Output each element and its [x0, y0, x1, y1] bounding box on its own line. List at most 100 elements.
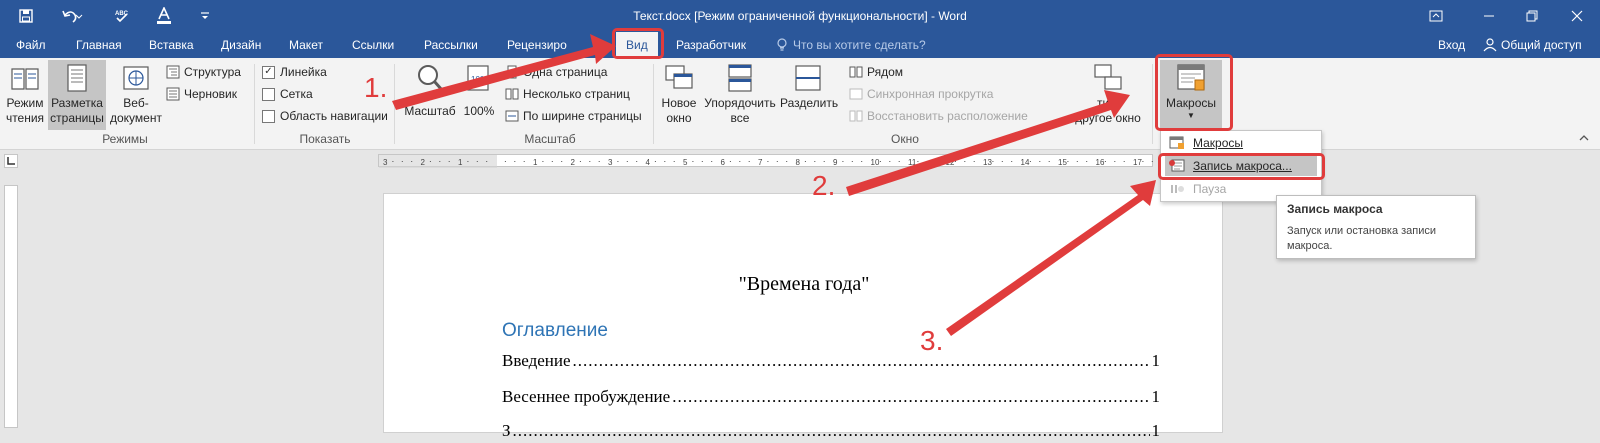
arrange-all-button[interactable]: Упорядочить все: [700, 62, 780, 126]
outline-button[interactable]: Структура: [166, 62, 241, 82]
read-mode-button[interactable]: Режим чтения: [4, 62, 46, 126]
ruler-checkbox[interactable]: ✓ Линейка: [262, 62, 327, 82]
toc-leader: ........................................…: [672, 387, 1150, 406]
minimize-icon[interactable]: [1474, 4, 1504, 28]
zoom-100-button[interactable]: 100 100%: [462, 62, 496, 119]
ruler-tick: [467, 161, 469, 162]
tab-review[interactable]: Рецензиро: [507, 36, 567, 54]
new-window-icon: [663, 62, 695, 94]
toc-entry[interactable]: Введение ...............................…: [502, 351, 1160, 373]
share-button[interactable]: Общий доступ: [1483, 36, 1582, 54]
ruler-tick: [486, 161, 488, 162]
side-by-side-button[interactable]: Рядом: [849, 62, 903, 82]
reset-position-button[interactable]: Восстановить расположение: [849, 106, 1028, 126]
toc-entry[interactable]: З ......................................…: [502, 421, 1160, 443]
collapse-ribbon-icon[interactable]: [1578, 132, 1590, 144]
sync-scroll-button[interactable]: Синхронная прокрутка: [849, 84, 993, 104]
customize-icon[interactable]: [196, 6, 214, 26]
tab-insert[interactable]: Вставка: [149, 36, 194, 54]
title-bar: ABC Текст.docx [Режим ограниченной функц…: [0, 0, 1600, 32]
ruler-tick: [448, 161, 450, 162]
ruler-tick-label: 5: [683, 158, 688, 167]
reset-position-label: Восстановить расположение: [867, 109, 1028, 123]
record-macro-tooltip: Запись макроса Запуск или остановка запи…: [1276, 195, 1476, 259]
checkmark-icon: ✓: [262, 65, 275, 79]
font-color-icon[interactable]: [152, 6, 176, 26]
draft-button[interactable]: Черновик: [166, 84, 237, 104]
ruler-tick: [561, 161, 563, 162]
ruler-tick: [1001, 161, 1003, 162]
split-button[interactable]: Разделить: [780, 62, 838, 111]
horizontal-ruler[interactable]: 3 2 1 1 2 3 4 5 6 7 8 9 10 11 12 13 14 15 16 17: [378, 154, 1163, 168]
ruler-tick: [964, 161, 966, 162]
window-group-label: Окно: [891, 132, 919, 146]
close-icon[interactable]: [1562, 4, 1592, 28]
sync-scroll-label: Синхронная прокрутка: [867, 87, 994, 101]
multiple-pages-label: Несколько страниц: [523, 87, 630, 101]
page-width-icon: [505, 109, 519, 123]
macros-small-icon: [1169, 136, 1185, 150]
tab-home[interactable]: Главная: [76, 36, 122, 54]
tab-developer[interactable]: Разработчик: [676, 36, 746, 54]
tab-mailings[interactable]: Рассылки: [424, 36, 478, 54]
gridlines-checkbox[interactable]: Сетка: [262, 84, 313, 104]
ruler-tick: [823, 161, 825, 162]
page-width-button[interactable]: По ширине страницы: [505, 106, 642, 126]
one-page-icon: [505, 65, 519, 79]
ruler-tick: [514, 161, 516, 162]
vertical-ruler[interactable]: [4, 185, 18, 428]
save-icon[interactable]: [14, 6, 38, 26]
ribbon: Режим чтения Разметка страницы Веб- доку…: [0, 58, 1600, 150]
checkbox-box: [262, 109, 275, 123]
nav-pane-checkbox[interactable]: Область навигации: [262, 106, 388, 126]
web-layout-button[interactable]: Веб- документ: [110, 62, 162, 126]
ruler-tick: [551, 161, 553, 162]
zoom-button[interactable]: Масштаб: [400, 62, 460, 119]
toc-leader: ........................................…: [572, 351, 1150, 370]
views-group-label: Режимы: [102, 132, 148, 146]
group-separator: [394, 64, 395, 144]
ruler-tick: [1151, 161, 1153, 162]
view-macros-item[interactable]: Макросы: [1165, 133, 1317, 153]
ruler-tick: [1029, 161, 1031, 162]
tab-design[interactable]: Дизайн: [221, 36, 261, 54]
tab-file[interactable]: Файл: [16, 36, 46, 54]
ruler-tick: [767, 161, 769, 162]
multiple-pages-button[interactable]: Несколько страниц: [505, 84, 630, 104]
checkbox-box: [262, 87, 275, 101]
toc-entry[interactable]: Весеннее пробуждение ...................…: [502, 387, 1160, 409]
ruler-tick-label: 10: [871, 158, 880, 167]
macros-button-highlight: [1155, 54, 1233, 131]
ruler-tick: [898, 161, 900, 162]
spelling-icon[interactable]: ABC: [110, 6, 134, 26]
switch-windows-button[interactable]: ти в другое окно: [1072, 62, 1144, 126]
ruler-tick: [504, 161, 506, 162]
ruler-tick: [1086, 161, 1088, 162]
one-page-button[interactable]: Одна страница: [505, 62, 607, 82]
ruler-tick: [729, 161, 731, 162]
side-by-side-icon: [849, 65, 863, 79]
tab-layout[interactable]: Макет: [289, 36, 323, 54]
reset-position-icon: [849, 109, 863, 123]
new-window-button[interactable]: Новое окно: [658, 62, 700, 126]
undo-icon[interactable]: [58, 6, 88, 26]
ruler-tick: [1011, 161, 1013, 162]
web-layout-label: Веб- документ: [110, 96, 162, 125]
ruler-tick: [1048, 161, 1050, 162]
ruler-tick: [739, 161, 741, 162]
person-icon: [1483, 38, 1497, 52]
tooltip-body: Запуск или остановка записи макроса.: [1287, 225, 1437, 252]
ruler-tick: [589, 161, 591, 162]
ruler-tick: [439, 161, 441, 162]
tab-selector-icon[interactable]: [4, 154, 18, 168]
ruler-tick: [1114, 161, 1116, 162]
zoom-100-label: 100%: [463, 104, 495, 118]
document-page[interactable]: "Времена года" Оглавление Введение .....…: [383, 193, 1223, 440]
restore-icon[interactable]: [1517, 4, 1547, 28]
ruler-tick-label: 12: [946, 158, 955, 167]
tab-references[interactable]: Ссылки: [352, 36, 394, 54]
print-layout-button[interactable]: Разметка страницы: [48, 60, 106, 130]
ribbon-display-icon[interactable]: [1421, 4, 1451, 28]
sign-in-link[interactable]: Вход: [1438, 36, 1465, 54]
tell-me-box[interactable]: Что вы хотите сделать?: [776, 36, 926, 54]
